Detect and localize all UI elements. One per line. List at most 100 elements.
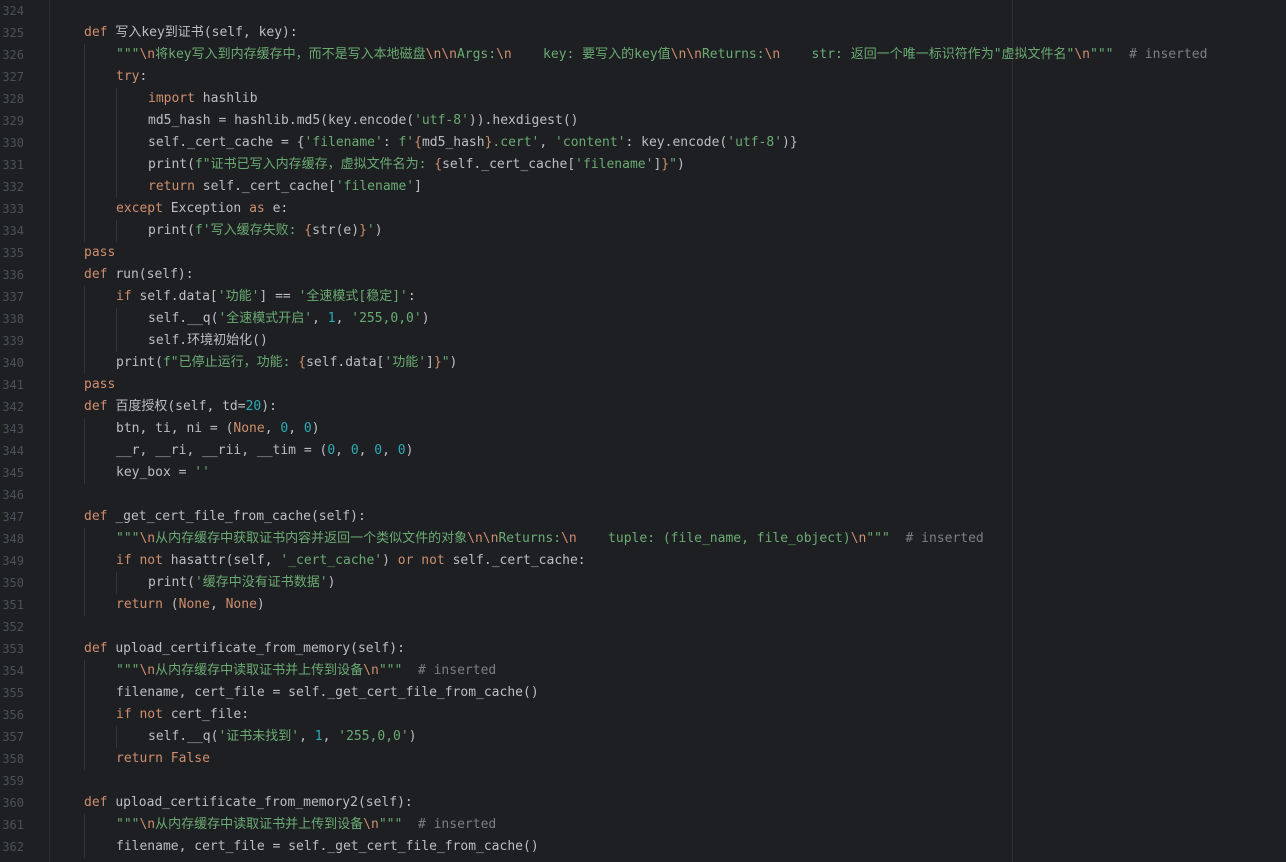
code-line[interactable]: 349 if not hasattr(self, '_cert_cache') o…: [0, 550, 1286, 572]
code-text[interactable]: def run(self):: [84, 264, 194, 286]
code-line[interactable]: 334 print(f'写入缓存失败: {str(e)}'): [0, 220, 1286, 242]
code-token: 0: [303, 421, 312, 436]
code-text[interactable]: if not cert_file:: [116, 704, 249, 726]
code-token: \n\n: [670, 47, 702, 62]
code-text[interactable]: self._cert_cache = {'filename': f'{md5_h…: [148, 132, 798, 154]
code-text[interactable]: __r, __ri, __rii, __tim = (0, 0, 0, 0): [116, 440, 413, 462]
code-line[interactable]: 357 self.__q('证书未找到', 1, '255,0,0'): [0, 726, 1286, 748]
code-line[interactable]: 351 return (None, None): [0, 594, 1286, 616]
code-line[interactable]: 325 def 写入key到证书(self, key):: [0, 22, 1286, 44]
code-token: def: [84, 267, 116, 282]
code-line[interactable]: 347 def _get_cert_file_from_cache(self):: [0, 506, 1286, 528]
code-text[interactable]: def _get_cert_file_from_cache(self):: [84, 506, 366, 528]
code-token: \n: [363, 817, 379, 832]
code-line[interactable]: 359: [0, 770, 1286, 792]
code-text[interactable]: print(f"证书已写入内存缓存，虚拟文件名为: {self._cert_ca…: [148, 154, 685, 176]
code-line[interactable]: 352: [0, 616, 1286, 638]
code-text[interactable]: filename, cert_file = self._get_cert_fil…: [116, 836, 539, 858]
code-text[interactable]: if self.data['功能'] == '全速模式[稳定]':: [116, 286, 416, 308]
indent-guide: [84, 176, 85, 198]
code-line[interactable]: 338 self.__q('全速模式开启', 1, '255,0,0'): [0, 308, 1286, 330]
code-line[interactable]: 343 btn, ti, ni = (None, 0, 0): [0, 418, 1286, 440]
indent-guide: [84, 418, 85, 440]
code-text[interactable]: """\n从内存缓存中读取证书并上传到设备\n""" # inserted: [116, 660, 496, 682]
code-line[interactable]: 346: [0, 484, 1286, 506]
code-text[interactable]: """\n从内存缓存中获取证书内容并返回一个类似文件的对象\n\nReturns…: [116, 528, 984, 550]
code-text[interactable]: pass: [84, 374, 115, 396]
code-text[interactable]: print(f"已停止运行，功能: {self.data['功能']}"): [116, 352, 457, 374]
code-line[interactable]: 361 """\n从内存缓存中读取证书并上传到设备\n""" # inserted: [0, 814, 1286, 836]
code-line[interactable]: 329 md5_hash = hashlib.md5(key.encode('ut…: [0, 110, 1286, 132]
code-text[interactable]: return self._cert_cache['filename']: [148, 176, 422, 198]
code-line[interactable]: 356 if not cert_file:: [0, 704, 1286, 726]
code-line[interactable]: 354 """\n从内存缓存中读取证书并上传到设备\n""" # inserted: [0, 660, 1286, 682]
code-text[interactable]: def 百度授权(self, td=20):: [84, 396, 277, 418]
code-text[interactable]: self.环境初始化(): [148, 330, 268, 352]
code-line[interactable]: 362 filename, cert_file = self._get_cert_…: [0, 836, 1286, 858]
code-token: ,: [539, 135, 556, 150]
code-text[interactable]: print(f'写入缓存失败: {str(e)}'): [148, 220, 383, 242]
code-line[interactable]: 326 """\n将key写入到内存缓存中，而不是写入本地磁盘\n\nArgs:\…: [0, 44, 1286, 66]
code-token: 从内存缓存中读取证书并上传到设备: [155, 817, 364, 832]
code-line[interactable]: 331 print(f"证书已写入内存缓存，虚拟文件名为: {self._cert…: [0, 154, 1286, 176]
indent-guide: [116, 110, 117, 132]
code-text[interactable]: self.__q('全速模式开启', 1, '255,0,0'): [148, 308, 430, 330]
code-text[interactable]: filename, cert_file = self._get_cert_fil…: [116, 682, 539, 704]
code-token: md5_hash: [421, 135, 485, 150]
code-line[interactable]: 339 self.环境初始化(): [0, 330, 1286, 352]
code-line[interactable]: 341 pass: [0, 374, 1286, 396]
code-token: run(self):: [115, 267, 194, 282]
code-text[interactable]: import hashlib: [148, 88, 258, 110]
code-line[interactable]: 355 filename, cert_file = self._get_cert_…: [0, 682, 1286, 704]
code-line[interactable]: 360 def upload_certificate_from_memory2(s…: [0, 792, 1286, 814]
code-text[interactable]: print('缓存中没有证书数据'): [148, 572, 335, 594]
code-text[interactable]: return (None, None): [116, 594, 265, 616]
code-line[interactable]: 337 if self.data['功能'] == '全速模式[稳定]':: [0, 286, 1286, 308]
code-line[interactable]: 353 def upload_certificate_from_memory(se…: [0, 638, 1286, 660]
code-token: def: [84, 509, 116, 524]
code-text[interactable]: def upload_certificate_from_memory(self)…: [84, 638, 405, 660]
code-text[interactable]: """\n从内存缓存中读取证书并上传到设备\n""" # inserted: [116, 814, 496, 836]
indent-guide: [116, 220, 117, 242]
code-token: """: [116, 663, 140, 678]
code-text[interactable]: def 写入key到证书(self, key):: [84, 22, 298, 44]
code-text[interactable]: try:: [116, 66, 147, 88]
code-line[interactable]: 327 try:: [0, 66, 1286, 88]
line-number: 333: [2, 202, 24, 216]
code-token: :: [139, 69, 148, 84]
code-line[interactable]: 358 return False: [0, 748, 1286, 770]
code-text[interactable]: key_box = '': [116, 462, 210, 484]
code-token: if not: [116, 553, 171, 568]
code-token: \n: [496, 47, 512, 62]
code-line[interactable]: 344 __r, __ri, __rii, __tim = (0, 0, 0, 0…: [0, 440, 1286, 462]
code-line[interactable]: 328 import hashlib: [0, 88, 1286, 110]
code-token: 1: [314, 729, 323, 744]
code-text[interactable]: pass: [84, 242, 115, 264]
code-text[interactable]: btn, ti, ni = (None, 0, 0): [116, 418, 320, 440]
code-token: '全速模式开启': [218, 311, 313, 326]
code-text[interactable]: def upload_certificate_from_memory2(self…: [84, 792, 413, 814]
code-line[interactable]: 342 def 百度授权(self, td=20):: [0, 396, 1286, 418]
code-line[interactable]: 324: [0, 0, 1286, 22]
indent-guide: [116, 154, 117, 176]
code-line[interactable]: 332 return self._cert_cache['filename']: [0, 176, 1286, 198]
code-line[interactable]: 345 key_box = '': [0, 462, 1286, 484]
code-line[interactable]: 348 """\n从内存缓存中获取证书内容并返回一个类似文件的对象\n\nRetu…: [0, 528, 1286, 550]
code-line[interactable]: 350 print('缓存中没有证书数据'): [0, 572, 1286, 594]
line-number: 359: [2, 774, 24, 788]
code-text[interactable]: md5_hash = hashlib.md5(key.encode('utf-8…: [148, 110, 578, 132]
code-lines[interactable]: 324 325 def 写入key到证书(self, key): 326 """\n将k…: [0, 0, 1286, 858]
code-text[interactable]: return False: [116, 748, 210, 770]
code-line[interactable]: 333 except Exception as e:: [0, 198, 1286, 220]
code-token: {: [298, 355, 307, 370]
code-line[interactable]: 335 pass: [0, 242, 1286, 264]
code-editor[interactable]: 324 325 def 写入key到证书(self, key): 326 """\n将k…: [0, 0, 1286, 862]
code-text[interactable]: if not hasattr(self, '_cert_cache') or n…: [116, 550, 586, 572]
code-line[interactable]: 340 print(f"已停止运行，功能: {self.data['功能']}"): [0, 352, 1286, 374]
code-text[interactable]: self.__q('证书未找到', 1, '255,0,0'): [148, 726, 417, 748]
code-text[interactable]: """\n将key写入到内存缓存中，而不是写入本地磁盘\n\nArgs:\n k…: [116, 44, 1207, 66]
code-line[interactable]: 330 self._cert_cache = {'filename': f'{md…: [0, 132, 1286, 154]
indent-guide: [116, 330, 117, 352]
code-line[interactable]: 336 def run(self):: [0, 264, 1286, 286]
code-text[interactable]: except Exception as e:: [116, 198, 288, 220]
